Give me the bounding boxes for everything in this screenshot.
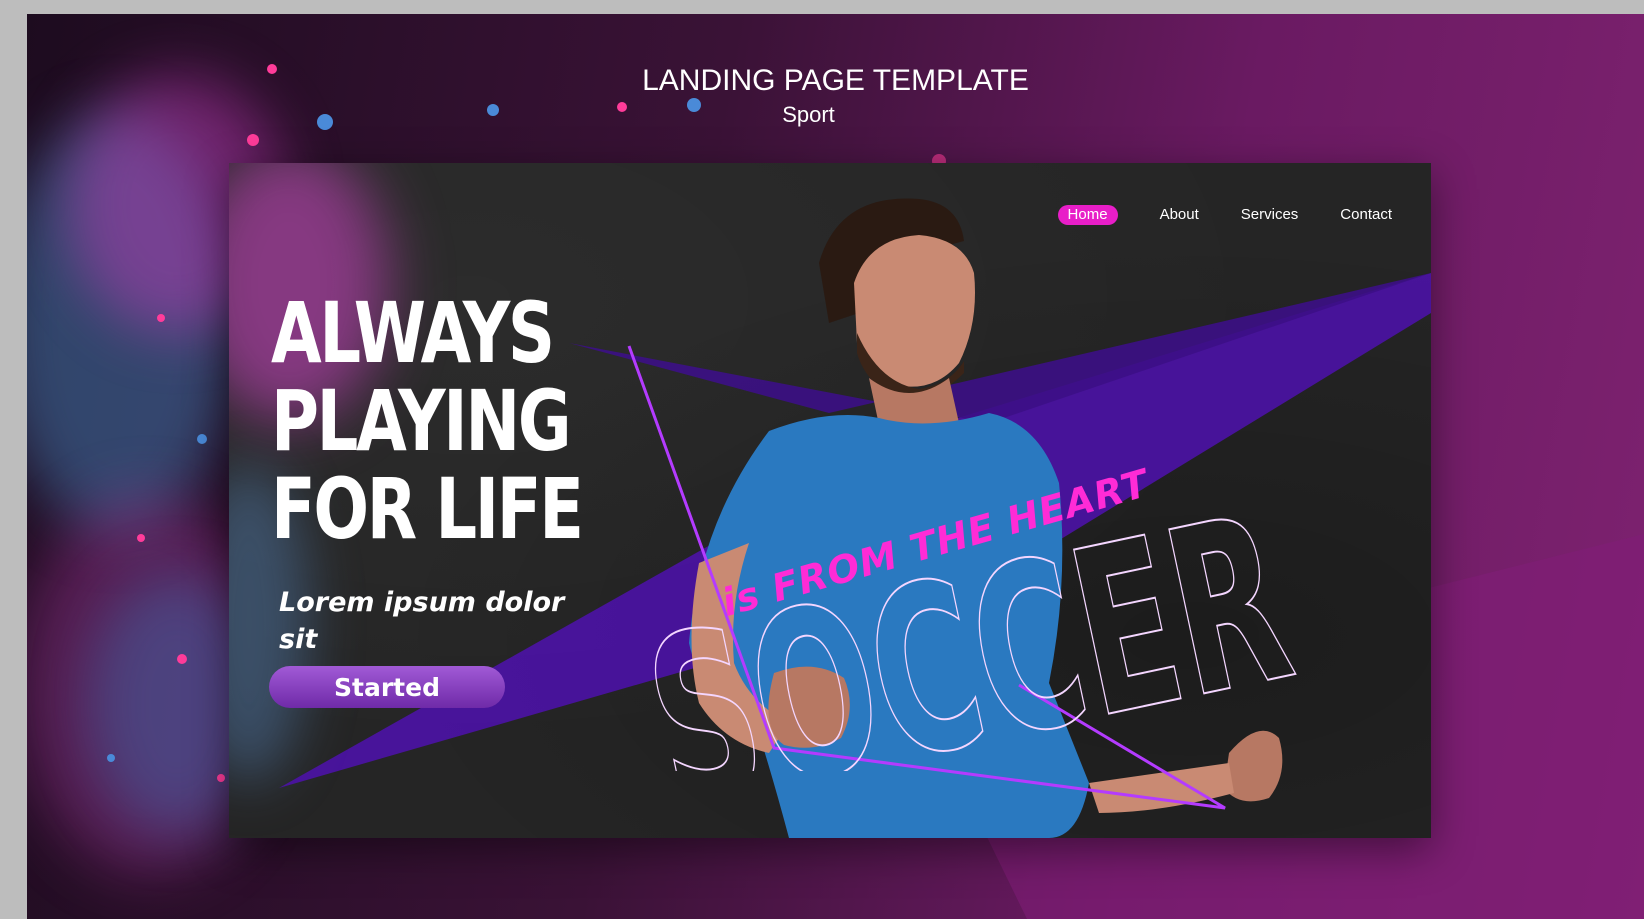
nav-contact[interactable]: Contact [1340,205,1392,225]
hero-title-line: FOR LIFE [271,460,584,558]
hero-title: ALWAYS PLAYING FOR LIFE [271,284,584,558]
main-nav: Home About Services Contact [1057,205,1392,225]
hero-title-line: ALWAYS [271,284,555,382]
nav-services[interactable]: Services [1241,205,1299,225]
hero-subtitle-line: Lorem ipsum dolor sit [279,587,565,655]
presentation-frame: LANDING PAGE TEMPLATE Sport SOCCER is FR… [27,14,1644,919]
nav-about[interactable]: About [1160,205,1199,225]
nav-home[interactable]: Home [1057,205,1118,225]
hero-title-line: PLAYING [271,372,572,470]
template-title: LANDING PAGE TEMPLATE [642,64,1029,97]
get-started-button[interactable]: Started [269,666,505,708]
template-subtitle: Sport [782,102,835,127]
landing-page-mockup: SOCCER is FROM THE HEART Home About Serv… [229,163,1431,838]
